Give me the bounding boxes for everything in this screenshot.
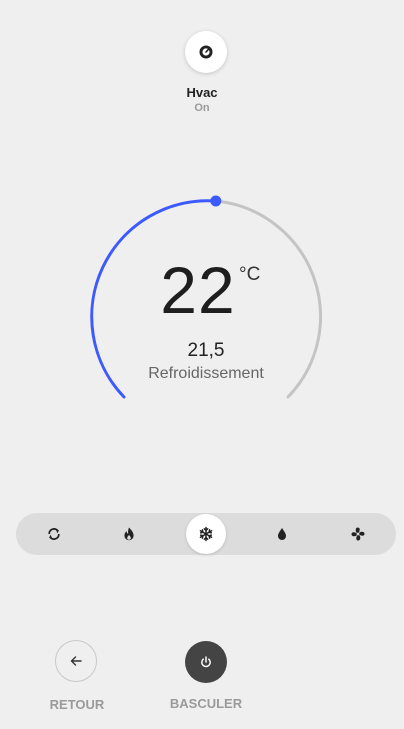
toggle-button[interactable] — [185, 641, 227, 683]
flame-icon — [124, 527, 134, 541]
back-label[interactable]: RETOUR — [27, 697, 127, 712]
device-icon-button[interactable] — [185, 31, 227, 73]
toggle-label[interactable]: BASCULER — [156, 696, 256, 711]
thermostat-page: Hvac On 22 °C 21,5 Refroidissement RETOU… — [0, 0, 404, 729]
water-drop-icon — [278, 528, 286, 540]
device-state: On — [194, 102, 210, 114]
mode-button-auto[interactable] — [34, 513, 74, 555]
hvac-action: Refroidissement — [148, 365, 264, 382]
mode-button-cool[interactable] — [186, 514, 226, 554]
snowflake-icon — [199, 526, 213, 542]
mode-button-dry[interactable] — [262, 513, 302, 555]
target-temperature-value: 22 — [160, 253, 236, 327]
dial-handle[interactable] — [210, 195, 222, 207]
cycle-icon — [48, 528, 60, 540]
temperature-unit: °C — [239, 264, 261, 285]
mode-button-fan[interactable] — [338, 513, 378, 555]
current-temperature: 21,5 — [187, 340, 225, 361]
power-icon — [201, 656, 211, 668]
thermostat-icon — [199, 45, 213, 59]
arrow-left-icon — [70, 656, 82, 666]
target-temperature: 22 — [0, 252, 404, 328]
back-button[interactable] — [55, 640, 97, 682]
device-name: Hvac — [186, 85, 218, 100]
fan-icon — [351, 527, 365, 541]
hvac-mode-bar — [16, 513, 396, 555]
mode-button-heat[interactable] — [109, 513, 149, 555]
